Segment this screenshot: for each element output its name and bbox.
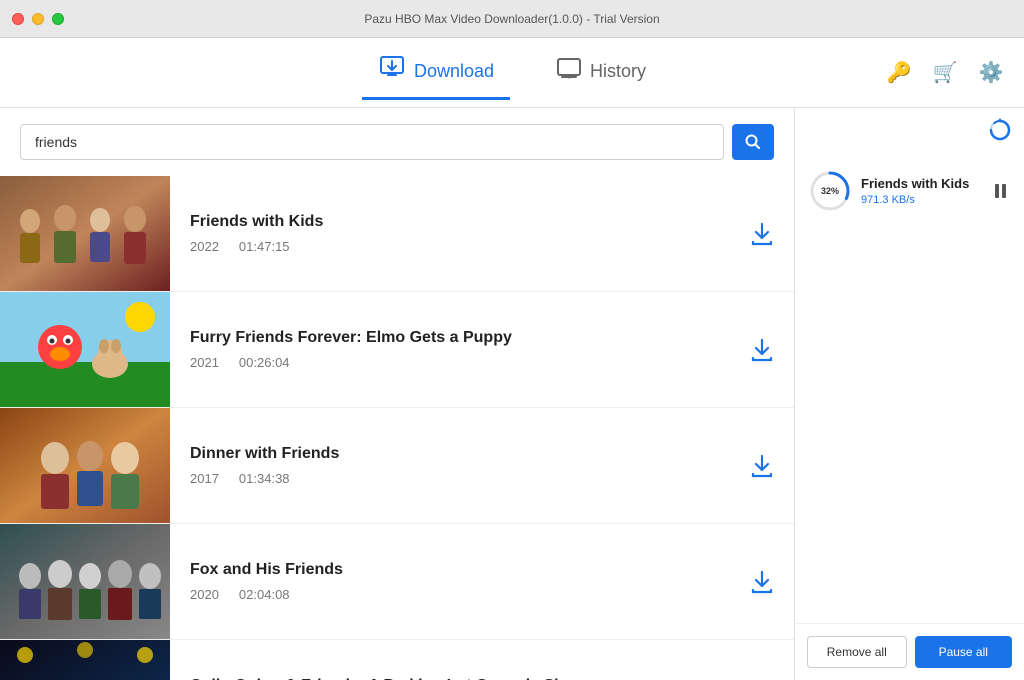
download-item: 32% Friends with Kids 971.3 KB/s [795, 158, 1024, 224]
result-duration-3: 01:34:38 [239, 471, 290, 486]
result-meta-3: 2017 01:34:38 [190, 471, 710, 486]
result-year-2: 2021 [190, 355, 219, 370]
thumbnail-3 [0, 408, 170, 523]
result-info-2: Furry Friends Forever: Elmo Gets a Puppy… [170, 313, 730, 386]
key-button[interactable]: 🔑 [882, 56, 916, 90]
main-content: Friends with Kids 2022 01:47:15 [0, 108, 1024, 680]
search-bar [0, 108, 794, 176]
result-info-3: Dinner with Friends 2017 01:34:38 [170, 429, 730, 502]
cart-button[interactable]: 🛒 [928, 56, 962, 90]
results-list: Friends with Kids 2022 01:47:15 [0, 176, 794, 680]
result-info-5: Colin Quinn & Friends: A Parking Lot Com… [170, 661, 730, 680]
progress-circle: 32% [809, 170, 851, 212]
thumbnail-2 [0, 292, 170, 407]
list-item: Dinner with Friends 2017 01:34:38 [0, 408, 794, 524]
remove-all-button[interactable]: Remove all [807, 636, 907, 668]
tab-download[interactable]: Download [362, 46, 510, 100]
window-title: Pazu HBO Max Video Downloader(1.0.0) - T… [364, 12, 659, 26]
history-tab-label: History [590, 61, 646, 82]
download-item-info: Friends with Kids 971.3 KB/s [861, 176, 981, 206]
pause-all-button[interactable]: Pause all [915, 636, 1013, 668]
list-item: Fox and His Friends 2020 02:04:08 [0, 524, 794, 640]
result-year-4: 2020 [190, 587, 219, 602]
download-tab-label: Download [414, 61, 494, 82]
result-duration-1: 01:47:15 [239, 239, 290, 254]
download-button-1[interactable] [730, 221, 794, 247]
list-item: Friends with Kids 2022 01:47:15 [0, 176, 794, 292]
result-title-1: Friends with Kids [190, 213, 710, 231]
traffic-lights [12, 13, 64, 25]
right-panel-top [795, 108, 1024, 158]
progress-percent: 32% [821, 186, 839, 196]
downloading-title: Friends with Kids [861, 176, 981, 191]
result-duration-2: 00:26:04 [239, 355, 290, 370]
download-nav-icon [378, 54, 406, 89]
right-panel: 32% Friends with Kids 971.3 KB/s Remove … [794, 108, 1024, 680]
title-bar: Pazu HBO Max Video Downloader(1.0.0) - T… [0, 0, 1024, 38]
nav-right-icons: 🔑 🛒 ⚙️ [882, 56, 1008, 90]
refresh-icon[interactable] [988, 118, 1012, 148]
list-item: Furry Friends Forever: Elmo Gets a Puppy… [0, 292, 794, 408]
result-title-3: Dinner with Friends [190, 445, 710, 463]
result-duration-4: 02:04:08 [239, 587, 290, 602]
thumbnail-5 [0, 640, 170, 680]
pause-icon [995, 184, 1006, 198]
thumbnail-1 [0, 176, 170, 291]
result-title-4: Fox and His Friends [190, 561, 710, 579]
list-item: Colin Quinn & Friends: A Parking Lot Com… [0, 640, 794, 680]
result-meta-1: 2022 01:47:15 [190, 239, 710, 254]
result-year-3: 2017 [190, 471, 219, 486]
history-nav-icon [556, 55, 582, 87]
download-button-2[interactable] [730, 337, 794, 363]
settings-button[interactable]: ⚙️ [974, 56, 1008, 90]
result-year-1: 2022 [190, 239, 219, 254]
close-button[interactable] [12, 13, 24, 25]
result-meta-4: 2020 02:04:08 [190, 587, 710, 602]
result-title-2: Furry Friends Forever: Elmo Gets a Puppy [190, 329, 710, 347]
nav-bar: Download History 🔑 🛒 ⚙️ [0, 38, 1024, 108]
pause-button[interactable] [991, 180, 1010, 202]
result-info-4: Fox and His Friends 2020 02:04:08 [170, 545, 730, 618]
nav-tabs: Download History [362, 46, 662, 100]
right-panel-footer: Remove all Pause all [795, 623, 1024, 680]
fullscreen-button[interactable] [52, 13, 64, 25]
result-info-1: Friends with Kids 2022 01:47:15 [170, 197, 730, 270]
search-input[interactable] [20, 124, 724, 160]
result-meta-2: 2021 00:26:04 [190, 355, 710, 370]
thumbnail-4 [0, 524, 170, 639]
downloading-speed: 971.3 KB/s [861, 194, 981, 206]
download-button-3[interactable] [730, 453, 794, 479]
minimize-button[interactable] [32, 13, 44, 25]
search-button[interactable] [732, 124, 774, 160]
tab-history[interactable]: History [540, 47, 662, 98]
left-panel: Friends with Kids 2022 01:47:15 [0, 108, 794, 680]
download-button-4[interactable] [730, 569, 794, 595]
